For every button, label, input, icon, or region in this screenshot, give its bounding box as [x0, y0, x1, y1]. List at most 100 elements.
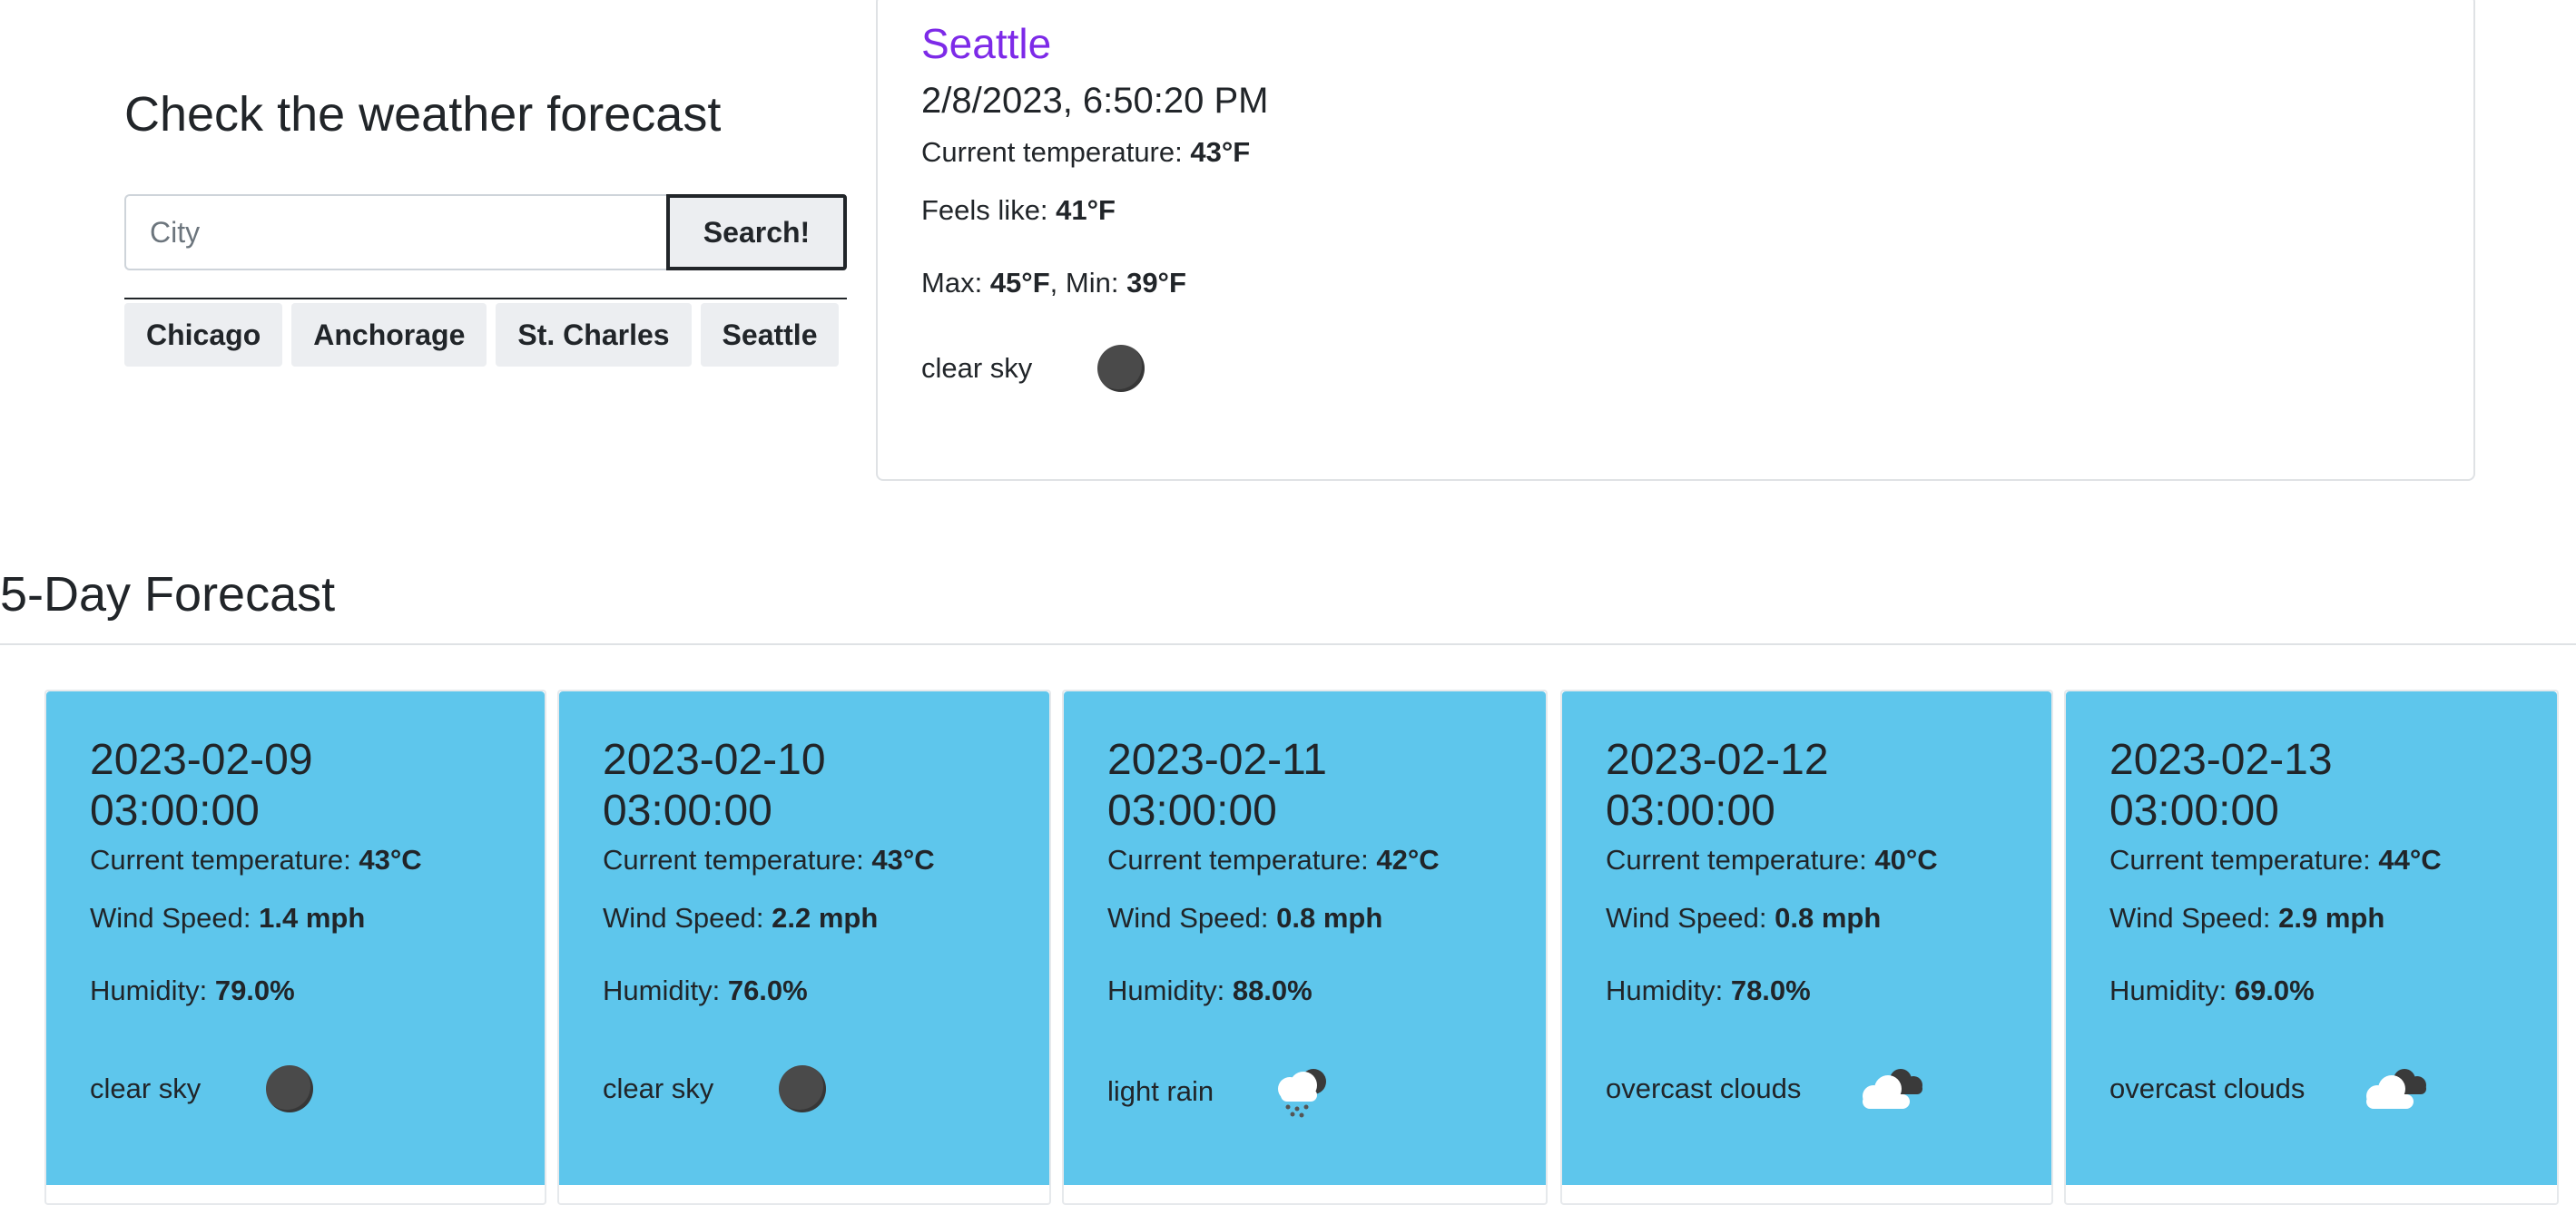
search-history: Chicago Anchorage St. Charles Seattle	[124, 303, 847, 367]
forecast-card: 2023-02-12 03:00:00 Current temperature:…	[1560, 690, 2053, 1205]
forecast-humidity-label: Humidity:	[2109, 975, 2227, 1006]
overcast-clouds-icon	[2366, 1069, 2427, 1109]
forecast-wind-value: 2.9 mph	[2278, 902, 2385, 934]
forecast-wind-label: Wind Speed:	[90, 902, 251, 934]
forecast-card: 2023-02-09 03:00:00 Current temperature:…	[44, 690, 546, 1205]
forecast-humidity-value: 69.0%	[2234, 975, 2315, 1006]
forecast-wind: Wind Speed: 2.2 mph	[603, 900, 1031, 936]
min-value: 39°F	[1126, 267, 1186, 299]
forecast-description-row: overcast clouds	[2109, 1065, 2539, 1112]
forecast-wind: Wind Speed: 1.4 mph	[90, 900, 526, 936]
forecast-datetime: 2023-02-12 03:00:00	[1606, 735, 2033, 837]
forecast-wind-label: Wind Speed:	[1606, 902, 1767, 934]
page: Check the weather forecast Search! Chica…	[0, 0, 2576, 1205]
search-button[interactable]: Search!	[666, 194, 847, 270]
forecast-humidity: Humidity: 76.0%	[603, 973, 1031, 1009]
forecast-temperature-value: 44°C	[2378, 844, 2442, 876]
clear-sky-night-icon	[779, 1065, 827, 1112]
forecast-datetime: 2023-02-11 03:00:00	[1107, 735, 1528, 837]
forecast-time: 03:00:00	[1606, 787, 1775, 835]
forecast-divider	[0, 643, 2576, 645]
forecast-date: 2023-02-13	[2109, 736, 2333, 784]
forecast-date: 2023-02-12	[1606, 736, 1829, 784]
forecast-time: 03:00:00	[603, 787, 772, 835]
city-name: Seattle	[921, 20, 1052, 67]
forecast-description: overcast clouds	[1606, 1073, 1802, 1104]
history-button-seattle[interactable]: Seattle	[700, 303, 840, 367]
forecast-card-body: 2023-02-11 03:00:00 Current temperature:…	[1064, 691, 1546, 1185]
search-form: Search!	[124, 194, 847, 270]
forecast-humidity: Humidity: 79.0%	[90, 973, 526, 1009]
forecast-humidity: Humidity: 78.0%	[1606, 973, 2033, 1009]
forecast-card-content: 2023-02-11 03:00:00 Current temperature:…	[1107, 735, 1528, 1118]
forecast-card: 2023-02-13 03:00:00 Current temperature:…	[2064, 690, 2559, 1205]
forecast-date: 2023-02-11	[1107, 736, 1327, 784]
history-button-anchorage[interactable]: Anchorage	[291, 303, 487, 367]
current-datetime: 2/8/2023, 6:50:20 PM	[921, 81, 1269, 121]
forecast-temperature: Current temperature: 40°C	[1606, 842, 2033, 878]
forecast-humidity-value: 79.0%	[214, 975, 295, 1006]
current-description-row: clear sky	[921, 345, 1269, 392]
forecast-humidity: Humidity: 69.0%	[2109, 973, 2539, 1009]
forecast-card-body: 2023-02-13 03:00:00 Current temperature:…	[2066, 691, 2557, 1185]
forecast-description-row: clear sky	[603, 1065, 1031, 1112]
separator: ,	[1049, 267, 1066, 299]
forecast-datetime: 2023-02-13 03:00:00	[2109, 735, 2539, 837]
clear-sky-night-icon	[266, 1065, 314, 1112]
forecast-datetime: 2023-02-09 03:00:00	[90, 735, 526, 837]
forecast-wind-label: Wind Speed:	[603, 902, 764, 934]
forecast-datetime: 2023-02-10 03:00:00	[603, 735, 1031, 837]
forecast-temperature-label: Current temperature:	[603, 844, 864, 876]
forecast-temperature-label: Current temperature:	[90, 844, 351, 876]
forecast-time: 03:00:00	[90, 787, 260, 835]
forecast-cards: 2023-02-09 03:00:00 Current temperature:…	[44, 690, 2559, 1205]
forecast-humidity-label: Humidity:	[1107, 975, 1225, 1006]
max-label: Max:	[921, 267, 983, 299]
forecast-description: clear sky	[90, 1073, 202, 1104]
forecast-date: 2023-02-10	[603, 736, 826, 784]
forecast-temperature-value: 43°C	[871, 844, 935, 876]
forecast-description: clear sky	[603, 1073, 714, 1104]
current-temperature-value: 43°F	[1190, 136, 1251, 168]
forecast-wind-label: Wind Speed:	[2109, 902, 2271, 934]
forecast-humidity-value: 78.0%	[1730, 975, 1811, 1006]
forecast-temperature: Current temperature: 42°C	[1107, 842, 1528, 878]
feels-like: Feels like: 41°F	[921, 192, 1269, 229]
forecast-card-body: 2023-02-10 03:00:00 Current temperature:…	[559, 691, 1049, 1185]
forecast-temperature: Current temperature: 43°C	[603, 842, 1031, 878]
forecast-temperature-value: 43°C	[359, 844, 422, 876]
forecast-description-row: clear sky	[90, 1065, 526, 1112]
forecast-card: 2023-02-11 03:00:00 Current temperature:…	[1062, 690, 1548, 1205]
forecast-description-row: light rain	[1107, 1065, 1528, 1118]
forecast-card-content: 2023-02-13 03:00:00 Current temperature:…	[2109, 735, 2539, 1112]
city-search-input[interactable]	[124, 194, 666, 270]
light-rain-icon	[1278, 1069, 1327, 1118]
forecast-temperature: Current temperature: 44°C	[2109, 842, 2539, 878]
forecast-wind-value: 1.4 mph	[259, 902, 366, 934]
search-divider	[124, 298, 847, 299]
forecast-temperature-label: Current temperature:	[1606, 844, 1867, 876]
forecast-wind-label: Wind Speed:	[1107, 902, 1269, 934]
forecast-time: 03:00:00	[1107, 787, 1277, 835]
forecast-card-body: 2023-02-09 03:00:00 Current temperature:…	[46, 691, 545, 1185]
feels-like-value: 41°F	[1056, 194, 1116, 226]
forecast-card-body: 2023-02-12 03:00:00 Current temperature:…	[1562, 691, 2051, 1185]
current-temperature: Current temperature: 43°F	[921, 134, 1269, 171]
forecast-humidity-value: 76.0%	[727, 975, 808, 1006]
forecast-card-content: 2023-02-09 03:00:00 Current temperature:…	[90, 735, 526, 1112]
overcast-clouds-icon	[1863, 1069, 1923, 1109]
forecast-humidity-label: Humidity:	[603, 975, 721, 1006]
forecast-humidity-label: Humidity:	[90, 975, 208, 1006]
forecast-humidity-value: 88.0%	[1232, 975, 1313, 1006]
forecast-wind-value: 2.2 mph	[772, 902, 879, 934]
current-description: clear sky	[921, 352, 1033, 384]
history-button-st-charles[interactable]: St. Charles	[496, 303, 692, 367]
history-button-chicago[interactable]: Chicago	[124, 303, 283, 367]
forecast-card-content: 2023-02-12 03:00:00 Current temperature:…	[1606, 735, 2033, 1112]
forecast-date: 2023-02-09	[90, 736, 313, 784]
forecast-temperature-label: Current temperature:	[2109, 844, 2371, 876]
max-value: 45°F	[989, 267, 1050, 299]
feels-like-label: Feels like:	[921, 194, 1048, 226]
forecast-temperature: Current temperature: 43°C	[90, 842, 526, 878]
forecast-description: overcast clouds	[2109, 1073, 2306, 1104]
